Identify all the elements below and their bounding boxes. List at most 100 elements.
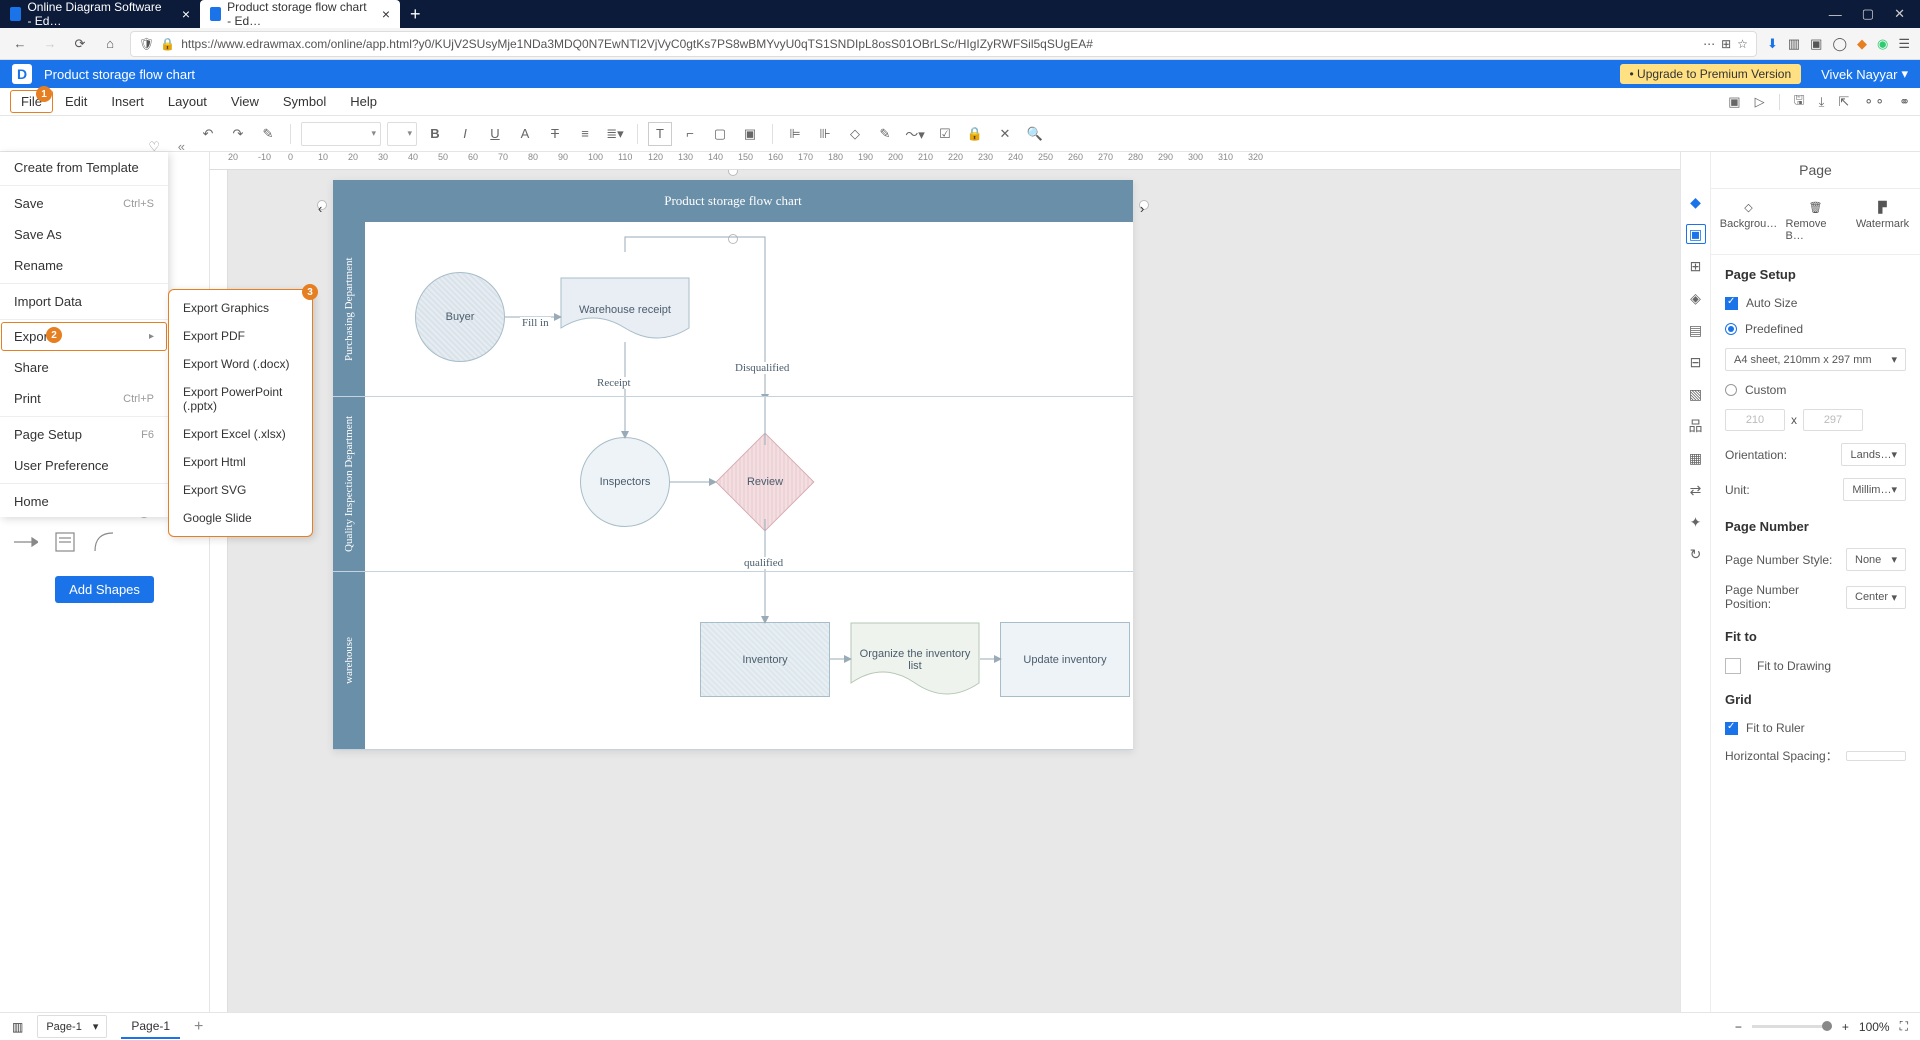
- fill-button[interactable]: ◇: [843, 122, 867, 146]
- menu-page-setup[interactable]: Page SetupF6: [0, 419, 168, 450]
- export-graphics[interactable]: Export Graphics: [169, 294, 312, 322]
- bookmark-icon[interactable]: ☆: [1737, 37, 1748, 51]
- menu-edit[interactable]: Edit: [53, 89, 99, 114]
- orientation-select[interactable]: Lands…▾: [1841, 443, 1906, 466]
- collab-icon[interactable]: ⚭: [1899, 94, 1910, 110]
- tab-fill-icon[interactable]: ◆: [1686, 192, 1706, 212]
- tab-symbols-icon[interactable]: ▤: [1686, 320, 1706, 340]
- back-button[interactable]: ←: [10, 34, 30, 54]
- reader-icon[interactable]: ⊞: [1721, 37, 1731, 51]
- sheet-size-select[interactable]: A4 sheet, 210mm x 297 mm▾: [1725, 348, 1906, 371]
- ext1-icon[interactable]: ◆: [1857, 36, 1867, 52]
- menu-view[interactable]: View: [219, 89, 271, 114]
- account-icon[interactable]: ◯: [1832, 36, 1847, 52]
- tab-image-icon[interactable]: ▧: [1686, 384, 1706, 404]
- menu-save[interactable]: SaveCtrl+S: [0, 188, 168, 219]
- page-select[interactable]: Page-1▾: [37, 1015, 107, 1038]
- library-icon[interactable]: ▥: [1788, 36, 1800, 52]
- predefined-radio[interactable]: Predefined: [1711, 316, 1920, 342]
- menu-symbol[interactable]: Symbol: [271, 89, 338, 114]
- lane-warehouse[interactable]: warehouse Inventory Organize the invento…: [333, 572, 1133, 750]
- canvas-area[interactable]: 20-1001020304050607080901001101201301401…: [210, 152, 1680, 1012]
- minimize-icon[interactable]: —: [1829, 7, 1842, 22]
- menu-save-as[interactable]: Save As: [0, 219, 168, 250]
- close-icon[interactable]: ✕: [1894, 6, 1905, 22]
- unit-select[interactable]: Millim…▾: [1843, 478, 1906, 501]
- auto-size-checkbox[interactable]: Auto Size: [1711, 290, 1920, 316]
- page-number-position-select[interactable]: Center▾: [1846, 586, 1906, 609]
- fit-to-drawing-button[interactable]: Fit to Drawing: [1711, 652, 1920, 680]
- image-button[interactable]: ▣: [738, 122, 762, 146]
- align-button[interactable]: ≡: [573, 122, 597, 146]
- fit-page-icon[interactable]: ▣: [1728, 94, 1740, 110]
- forward-button[interactable]: →: [40, 34, 60, 54]
- export-word[interactable]: Export Word (.docx): [169, 350, 312, 378]
- menu-create-template[interactable]: Create from Template: [0, 152, 168, 183]
- menu-share[interactable]: Share: [0, 352, 168, 383]
- font-family-select[interactable]: [301, 122, 381, 146]
- menu-print[interactable]: PrintCtrl+P: [0, 383, 168, 414]
- tab-tree-icon[interactable]: 品: [1686, 416, 1706, 436]
- lane-quality[interactable]: Quality Inspection Department Inspectors…: [333, 397, 1133, 572]
- browser-tab-inactive[interactable]: Online Diagram Software - Ed… ×: [0, 0, 200, 28]
- node-update[interactable]: Update inventory: [1000, 622, 1130, 697]
- width-input[interactable]: 210: [1725, 409, 1785, 431]
- menu-export[interactable]: Export 2 ▸: [1, 322, 167, 351]
- url-input[interactable]: 🛡 🔒 https://www.edrawmax.com/online/app.…: [130, 31, 1757, 57]
- undo-button[interactable]: ↶: [196, 122, 220, 146]
- present-icon[interactable]: ▷: [1755, 94, 1765, 110]
- export-svg[interactable]: Export SVG: [169, 476, 312, 504]
- node-buyer[interactable]: Buyer: [415, 272, 505, 362]
- container-button[interactable]: ▢: [708, 122, 732, 146]
- share-icon[interactable]: ⇱: [1838, 94, 1849, 110]
- shape-arc[interactable]: [88, 528, 122, 556]
- swimlane-title[interactable]: Product storage flow chart: [333, 180, 1133, 222]
- menu-import-data[interactable]: Import Data: [0, 286, 168, 317]
- page-handle-top[interactable]: [728, 170, 738, 176]
- screenshot-icon[interactable]: ▣: [1810, 36, 1822, 52]
- tab-theme-icon[interactable]: ⊞: [1686, 256, 1706, 276]
- format-painter-button[interactable]: ✎: [256, 122, 280, 146]
- redo-button[interactable]: ↷: [226, 122, 250, 146]
- bold-button[interactable]: B: [423, 122, 447, 146]
- italic-button[interactable]: I: [453, 122, 477, 146]
- crop-button[interactable]: ☑: [933, 122, 957, 146]
- tools-button[interactable]: ✕: [993, 122, 1017, 146]
- watermark-button[interactable]: ▛Watermark: [1853, 201, 1913, 242]
- page-handle-right[interactable]: ›: [1139, 200, 1149, 210]
- add-shapes-button[interactable]: Add Shapes: [55, 576, 154, 603]
- zoom-out-button[interactable]: −: [1735, 1020, 1742, 1034]
- zoom-slider[interactable]: [1752, 1025, 1832, 1028]
- node-inventory[interactable]: Inventory: [700, 622, 830, 697]
- lock-button[interactable]: 🔒: [963, 122, 987, 146]
- ext2-icon[interactable]: ◉: [1877, 36, 1888, 52]
- search-button[interactable]: 🔍: [1023, 122, 1047, 146]
- save-icon[interactable]: 🖫: [1794, 91, 1805, 113]
- outline-icon[interactable]: ▥: [12, 1020, 23, 1034]
- download-icon[interactable]: ⬇: [1767, 36, 1778, 52]
- custom-radio[interactable]: Custom: [1711, 377, 1920, 403]
- close-icon[interactable]: ×: [382, 6, 390, 22]
- menu-home[interactable]: Home: [0, 486, 168, 517]
- export-html[interactable]: Export Html: [169, 448, 312, 476]
- upgrade-button[interactable]: • Upgrade to Premium Version: [1620, 64, 1802, 84]
- menu-insert[interactable]: Insert: [99, 89, 156, 114]
- page-tab[interactable]: Page-1: [121, 1015, 180, 1039]
- tab-data-icon[interactable]: ⊟: [1686, 352, 1706, 372]
- home-button[interactable]: ⌂: [100, 34, 120, 54]
- new-tab-button[interactable]: +: [400, 0, 431, 28]
- remove-bg-button[interactable]: 🗑Remove B…: [1786, 201, 1846, 242]
- export-powerpoint[interactable]: Export PowerPoint (.pptx): [169, 378, 312, 420]
- browser-tab-active[interactable]: Product storage flow chart - Ed… ×: [200, 0, 400, 28]
- export-icon[interactable]: ⤓: [1819, 94, 1825, 110]
- node-organize[interactable]: Organize the inventory list: [850, 622, 980, 697]
- shape-arrow[interactable]: [8, 528, 42, 556]
- line-color-button[interactable]: ✎: [873, 122, 897, 146]
- underline-button[interactable]: U: [483, 122, 507, 146]
- tab-settings-icon[interactable]: ✦: [1686, 512, 1706, 532]
- tab-page-icon[interactable]: ▣: [1686, 224, 1706, 244]
- canvas-viewport[interactable]: ‹ › Product storage flow chart Purchasin…: [228, 170, 1680, 1012]
- lane-purchasing[interactable]: Purchasing Department Buyer Warehouse re…: [333, 222, 1133, 397]
- line-style-button[interactable]: 〜▾: [903, 122, 927, 146]
- font-size-select[interactable]: [387, 122, 417, 146]
